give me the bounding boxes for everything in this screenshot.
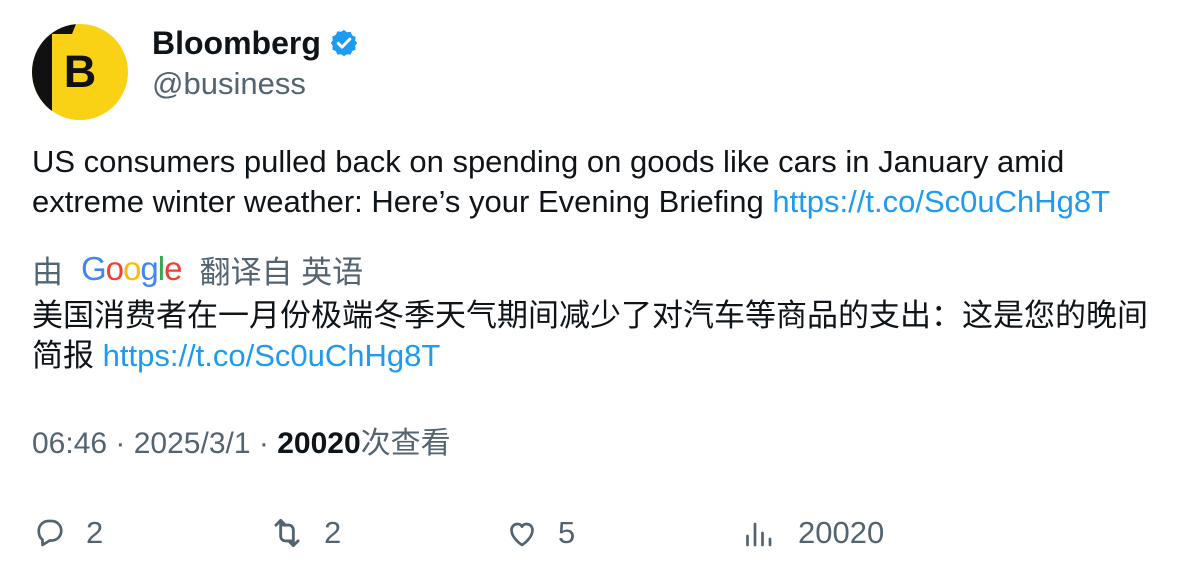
google-logo: Google	[81, 250, 182, 287]
tweet-date[interactable]: 2025/3/1	[134, 427, 251, 460]
tweet-link[interactable]: https://t.co/Sc0uChHg8T	[772, 184, 1110, 219]
meta-separator: ·	[107, 427, 134, 460]
like-count: 5	[558, 515, 576, 550]
svg-text:B: B	[64, 46, 97, 97]
views-count: 20020	[277, 427, 361, 460]
tweet-meta: 06:46 · 2025/3/1 · 20020次查看	[32, 424, 451, 464]
retweet-button[interactable]: 2	[268, 508, 341, 558]
tweet-card: B Bloomberg @business US consumers pulle…	[0, 0, 1196, 578]
translated-tweet-text: 美国消费者在一月份极端冬季天气期间减少了对汽车等商品的支出：这是您的晚间简报 h…	[32, 296, 1172, 376]
reply-count: 2	[86, 515, 104, 550]
meta-separator: ·	[250, 427, 278, 460]
translation-source-language: 翻译自 英语	[199, 254, 364, 290]
like-icon	[510, 522, 534, 547]
views-button[interactable]: 20020	[740, 508, 884, 558]
verified-badge-icon	[330, 29, 358, 57]
reply-button[interactable]: 2	[32, 508, 103, 558]
tweet-time[interactable]: 06:46	[32, 427, 107, 460]
views-icon	[746, 522, 772, 547]
translation-attribution: 由 Google 翻译自 英语	[32, 247, 363, 291]
avatar[interactable]: B	[32, 24, 128, 120]
tweet-text: US consumers pulled back on spending on …	[32, 142, 1172, 222]
translation-prefix: 由	[32, 254, 63, 290]
retweet-count: 2	[324, 515, 342, 550]
like-button[interactable]: 5	[504, 508, 575, 558]
reply-icon	[37, 519, 63, 547]
action-bar: 2 2 5 20020	[32, 508, 1162, 558]
user-handle[interactable]: @business	[152, 65, 359, 103]
bloomberg-logo-icon: B	[32, 24, 128, 120]
display-name[interactable]: Bloomberg	[152, 24, 321, 62]
views-label: 次查看	[360, 427, 451, 460]
translated-link[interactable]: https://t.co/Sc0uChHg8T	[103, 338, 441, 373]
tweet-header: B Bloomberg @business	[32, 24, 359, 120]
views-action-count: 20020	[798, 515, 885, 550]
name-row: Bloomberg	[152, 24, 359, 62]
account-info: Bloomberg @business	[152, 24, 359, 103]
retweet-icon	[274, 518, 300, 548]
